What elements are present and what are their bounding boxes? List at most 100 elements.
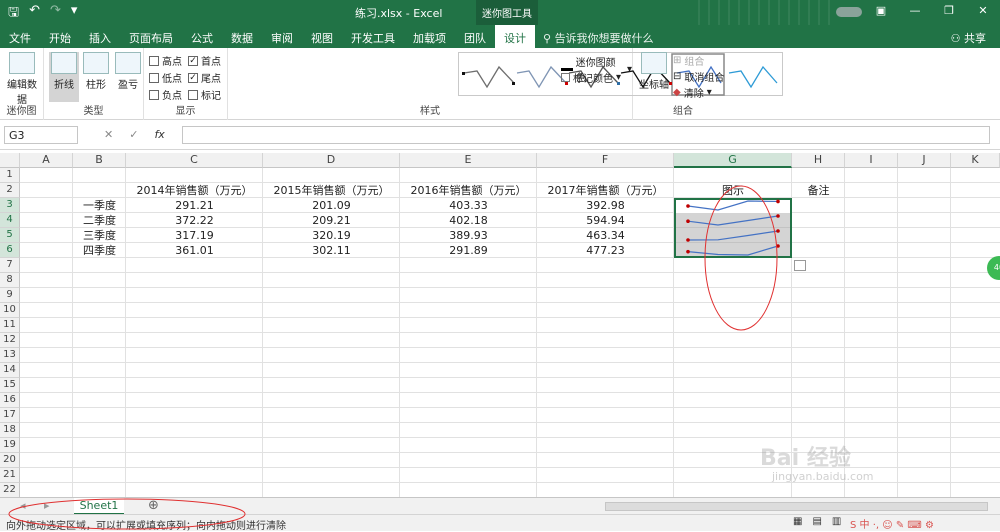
undo-icon[interactable]: ↶ xyxy=(29,3,40,25)
value-cell[interactable]: 320.19 xyxy=(263,228,400,243)
value-cell[interactable]: 402.18 xyxy=(400,213,537,228)
row-header-6[interactable]: 6 xyxy=(0,243,20,258)
show-checkbox-2[interactable]: 低点 xyxy=(149,70,182,85)
header-chart[interactable]: 图示 xyxy=(674,183,792,198)
header-notes[interactable]: 备注 xyxy=(792,183,845,198)
column-header-C[interactable]: C xyxy=(126,153,263,168)
side-badge[interactable]: 40 xyxy=(987,256,1000,280)
ime-icon[interactable]: S 中 ·, ☺ ✎ ⌨ ⚙ xyxy=(850,516,934,531)
fx-icon[interactable]: fx xyxy=(154,128,164,141)
quarter-cell[interactable]: 四季度 xyxy=(73,243,126,258)
value-cell[interactable]: 209.21 xyxy=(263,213,400,228)
header-2017[interactable]: 2017年销售额（万元） xyxy=(537,183,674,198)
column-header-I[interactable]: I xyxy=(845,153,898,168)
account-avatar[interactable] xyxy=(836,7,862,17)
column-header-H[interactable]: H xyxy=(792,153,845,168)
tab-2[interactable]: 插入 xyxy=(80,25,120,48)
tab-7[interactable]: 视图 xyxy=(302,25,342,48)
tab-6[interactable]: 审阅 xyxy=(262,25,302,48)
value-cell[interactable]: 403.33 xyxy=(400,198,537,213)
row-header-10[interactable]: 10 xyxy=(0,303,20,318)
restore-icon[interactable]: ❐ xyxy=(932,0,966,17)
row-header-16[interactable]: 16 xyxy=(0,393,20,408)
row-header-4[interactable]: 4 xyxy=(0,213,20,228)
minimize-icon[interactable]: — xyxy=(898,0,932,17)
tab-4[interactable]: 公式 xyxy=(182,25,222,48)
value-cell[interactable]: 317.19 xyxy=(126,228,263,243)
header-2016[interactable]: 2016年销售额（万元） xyxy=(400,183,537,198)
quarter-cell[interactable]: 一季度 xyxy=(73,198,126,213)
show-checkbox-3[interactable]: ✓ 尾点 xyxy=(188,70,221,85)
quarter-cell[interactable]: 二季度 xyxy=(73,213,126,228)
row-header-12[interactable]: 12 xyxy=(0,333,20,348)
close-icon[interactable]: ✕ xyxy=(966,0,1000,17)
row-header-13[interactable]: 13 xyxy=(0,348,20,363)
column-header-B[interactable]: B xyxy=(73,153,126,168)
value-cell[interactable]: 372.22 xyxy=(126,213,263,228)
ungroup-button[interactable]: ⊟ 取消组合 xyxy=(673,69,724,84)
column-header-G[interactable]: G xyxy=(674,153,792,168)
marker-color-button[interactable]: 标记颜色 ▾ xyxy=(561,70,621,85)
show-checkbox-4[interactable]: 负点 xyxy=(149,87,182,102)
column-header-D[interactable]: D xyxy=(263,153,400,168)
row-header-11[interactable]: 11 xyxy=(0,318,20,333)
row-header-20[interactable]: 20 xyxy=(0,453,20,468)
tab-3[interactable]: 页面布局 xyxy=(120,25,182,48)
row-header-15[interactable]: 15 xyxy=(0,378,20,393)
value-cell[interactable]: 477.23 xyxy=(537,243,674,258)
row-header-17[interactable]: 17 xyxy=(0,408,20,423)
tell-me-box[interactable]: ⚲ 告诉我你想要做什么 xyxy=(535,25,662,48)
show-checkbox-5[interactable]: 标记 xyxy=(188,87,221,102)
row-header-1[interactable]: 1 xyxy=(0,168,20,183)
value-cell[interactable]: 392.98 xyxy=(537,198,674,213)
tab-10[interactable]: 团队 xyxy=(455,25,495,48)
name-box[interactable]: G3 xyxy=(4,126,78,144)
column-type-button[interactable]: 柱形 xyxy=(81,52,111,91)
quarter-cell[interactable]: 三季度 xyxy=(73,228,126,243)
tab-8[interactable]: 开发工具 xyxy=(342,25,404,48)
row-header-5[interactable]: 5 xyxy=(0,228,20,243)
tab-11[interactable]: 设计 xyxy=(495,25,535,48)
value-cell[interactable]: 594.94 xyxy=(537,213,674,228)
row-header-9[interactable]: 9 xyxy=(0,288,20,303)
clear-button[interactable]: ◆ 清除 ▾ xyxy=(673,85,712,100)
column-header-A[interactable]: A xyxy=(20,153,73,168)
show-checkbox-1[interactable]: ✓ 首点 xyxy=(188,53,221,68)
cancel-icon[interactable]: ✕ xyxy=(104,128,113,141)
edit-data-button[interactable]: 编辑数据 xyxy=(3,52,41,106)
value-cell[interactable]: 291.89 xyxy=(400,243,537,258)
formula-input[interactable] xyxy=(182,126,990,144)
show-checkbox-0[interactable]: 高点 xyxy=(149,53,182,68)
customize-icon[interactable]: ▾ xyxy=(71,3,78,25)
winloss-type-button[interactable]: 盈亏 xyxy=(113,52,143,91)
value-cell[interactable]: 302.11 xyxy=(263,243,400,258)
tab-0[interactable]: 文件 xyxy=(0,25,40,48)
column-header-E[interactable]: E xyxy=(400,153,537,168)
enter-icon[interactable]: ✓ xyxy=(129,128,138,141)
row-header-8[interactable]: 8 xyxy=(0,273,20,288)
row-header-14[interactable]: 14 xyxy=(0,363,20,378)
header-2015[interactable]: 2015年销售额（万元） xyxy=(263,183,400,198)
line-type-button[interactable]: 折线 xyxy=(49,52,79,102)
row-header-7[interactable]: 7 xyxy=(0,258,20,273)
header-2014[interactable]: 2014年销售额（万元） xyxy=(126,183,263,198)
horizontal-scrollbar[interactable] xyxy=(605,502,988,511)
redo-icon[interactable]: ↷ xyxy=(50,3,61,25)
save-icon[interactable]: 🖫 xyxy=(8,3,19,25)
tab-1[interactable]: 开始 xyxy=(40,25,80,48)
share-button[interactable]: ⚇ 共享 xyxy=(951,30,986,46)
row-header-19[interactable]: 19 xyxy=(0,438,20,453)
axis-button[interactable]: 坐标轴 xyxy=(637,52,671,91)
ribbon-display-icon[interactable]: ▣ xyxy=(864,0,898,17)
view-buttons[interactable]: ▦▤▥ xyxy=(793,516,851,527)
tab-9[interactable]: 加载项 xyxy=(404,25,455,48)
column-header-F[interactable]: F xyxy=(537,153,674,168)
value-cell[interactable]: 291.21 xyxy=(126,198,263,213)
row-header-2[interactable]: 2 xyxy=(0,183,20,198)
value-cell[interactable]: 361.01 xyxy=(126,243,263,258)
column-header-K[interactable]: K xyxy=(951,153,1000,168)
group-button[interactable]: ⊞ 组合 xyxy=(673,53,704,68)
value-cell[interactable]: 389.93 xyxy=(400,228,537,243)
select-all-corner[interactable] xyxy=(0,153,20,168)
tab-5[interactable]: 数据 xyxy=(222,25,262,48)
